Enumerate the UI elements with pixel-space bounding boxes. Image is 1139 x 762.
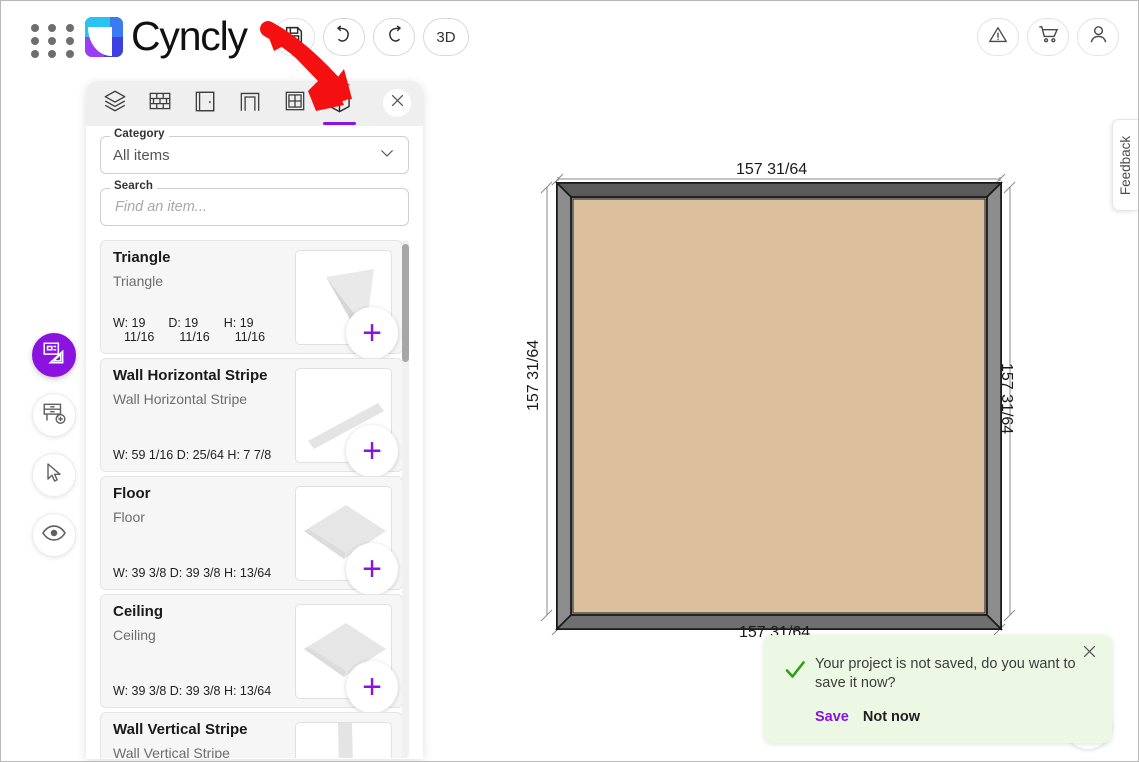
account-button[interactable] [1077, 18, 1119, 56]
category-label: Category [110, 128, 169, 140]
door-icon [192, 88, 218, 119]
cursor-arrow-icon [42, 461, 66, 490]
item-dim-depth-fraction: 11/16 [179, 330, 210, 344]
item-dim-height: H: 19 [223, 316, 254, 330]
list-item[interactable]: Wall Horizontal Stripe Wall Horizontal S… [100, 358, 403, 477]
sidebar-item-add-furniture-tool[interactable] [32, 393, 76, 437]
tab-layers[interactable] [92, 82, 137, 125]
warning-triangle-icon [987, 24, 1009, 51]
toast-not-now-button[interactable]: Not now [863, 709, 920, 725]
cart-button[interactable] [1027, 18, 1069, 56]
tab-walls[interactable] [137, 82, 182, 125]
brand-logo[interactable]: Cyncly [85, 13, 248, 59]
item-dim-depth: D: 19 [168, 316, 199, 330]
green-check-icon [783, 658, 807, 682]
item-dim-width-fraction: 11/16 [124, 330, 155, 344]
window-icon [282, 88, 308, 119]
dimension-label-top: 157 31/64 [736, 161, 808, 178]
category-select[interactable]: All items [100, 136, 409, 174]
add-item-button[interactable]: + [346, 425, 398, 477]
view-3d-button[interactable]: 3D [423, 18, 469, 56]
view-3d-label: 3D [436, 28, 456, 46]
apps-grid-icon[interactable] [31, 24, 77, 58]
list-item[interactable]: Triangle Triangle W: 19 11/16 D: 19 11/1… [100, 240, 403, 359]
eye-icon [41, 520, 67, 551]
item-dim-width: W: 19 [113, 316, 146, 330]
category-value: All items [113, 146, 170, 164]
dimension-label-left: 157 31/64 [525, 339, 542, 411]
list-item[interactable]: Wall Vertical Stripe Wall Vertical Strip… [100, 712, 403, 758]
sidebar-item-floorplan-tool[interactable] [32, 333, 76, 377]
undo-button[interactable] [323, 18, 365, 56]
list-item[interactable]: Floor Floor W: 39 3/8 D: 39 3/8 H: 13/64… [100, 476, 403, 595]
item-dimensions: W: 19 11/16 D: 19 11/16 H: 19 11/16 [113, 316, 265, 344]
sidebar-item-visibility-tool[interactable] [32, 513, 76, 557]
floorplan-triangle-icon [41, 340, 67, 371]
list-item[interactable]: Ceiling Ceiling W: 39 3/8 D: 39 3/8 H: 1… [100, 594, 403, 713]
feedback-tab[interactable]: Feedback [1112, 119, 1138, 211]
left-tool-rail [32, 333, 76, 573]
tab-windows[interactable] [272, 82, 317, 125]
close-x-icon [389, 92, 406, 114]
search-field: Search [100, 180, 409, 226]
cyncly-logo-icon [85, 16, 123, 57]
close-x-icon [1081, 643, 1098, 665]
toast-actions: Save Not now [815, 709, 920, 725]
plus-icon: + [362, 432, 382, 470]
archway-icon [237, 88, 263, 119]
shopping-cart-icon [1037, 23, 1060, 51]
top-toolbar: Cyncly 3D [1, 1, 1138, 73]
tab-doors[interactable] [182, 82, 227, 125]
search-label: Search [110, 180, 157, 192]
toast-close-button[interactable] [1076, 641, 1102, 667]
add-item-button[interactable]: + [346, 307, 398, 359]
item-dimensions: W: 59 1/16 D: 25/64 H: 7 7/8 [113, 448, 272, 462]
item-dimensions: W: 39 3/8 D: 39 3/8 H: 13/64 [113, 566, 272, 580]
item-dimensions: W: 39 3/8 D: 39 3/8 H: 13/64 [113, 684, 272, 698]
toast-save-button[interactable]: Save [815, 709, 849, 725]
catalog-item-list[interactable]: Triangle Triangle W: 19 11/16 D: 19 11/1… [100, 240, 409, 758]
room-walls [555, 181, 1003, 631]
plus-icon: + [362, 668, 382, 706]
save-button[interactable] [273, 18, 315, 56]
search-input[interactable] [113, 189, 396, 225]
app-root: 157 31/64 157 31/64 157 31/64 157 31/64 … [0, 0, 1139, 762]
save-project-toast: Your project is not saved, do you want t… [764, 635, 1112, 743]
sidebar-item-select-tool[interactable] [32, 453, 76, 497]
cabinet-plus-icon [41, 400, 67, 431]
close-panel-button[interactable] [383, 89, 411, 117]
toast-message: Your project is not saved, do you want t… [815, 656, 1076, 692]
redo-button[interactable] [373, 18, 415, 56]
tab-objects[interactable] [317, 82, 362, 125]
warnings-button[interactable] [977, 18, 1019, 56]
brick-wall-icon [147, 88, 173, 119]
chevron-down-icon [378, 144, 396, 166]
add-item-button[interactable]: + [346, 661, 398, 713]
search-box[interactable] [100, 188, 409, 226]
scrollbar-thumb[interactable] [402, 244, 409, 362]
cube-icon [326, 88, 353, 120]
tab-openings[interactable] [227, 82, 272, 125]
undo-arrow-icon [333, 24, 355, 51]
panel-body: Category All items Search Find an item..… [86, 126, 423, 758]
item-thumbnail [295, 722, 392, 758]
plus-icon: + [362, 314, 382, 352]
panel-tab-bar [86, 81, 423, 126]
catalog-scrollbar[interactable] [402, 240, 409, 758]
user-account-icon [1087, 23, 1110, 51]
category-field: Category All items [100, 128, 409, 174]
add-item-button[interactable]: + [346, 543, 398, 595]
object-catalog-panel: Category All items Search Find an item..… [86, 81, 423, 759]
feedback-label: Feedback [1118, 135, 1134, 195]
plus-icon: + [362, 550, 382, 588]
brand-name: Cyncly [131, 13, 248, 59]
save-disk-icon [283, 24, 305, 51]
item-dim-height-fraction: 11/16 [234, 330, 266, 344]
dimension-label-right: 157 31/64 [998, 363, 1015, 435]
redo-arrow-icon [383, 24, 405, 51]
layers-icon [102, 88, 128, 119]
